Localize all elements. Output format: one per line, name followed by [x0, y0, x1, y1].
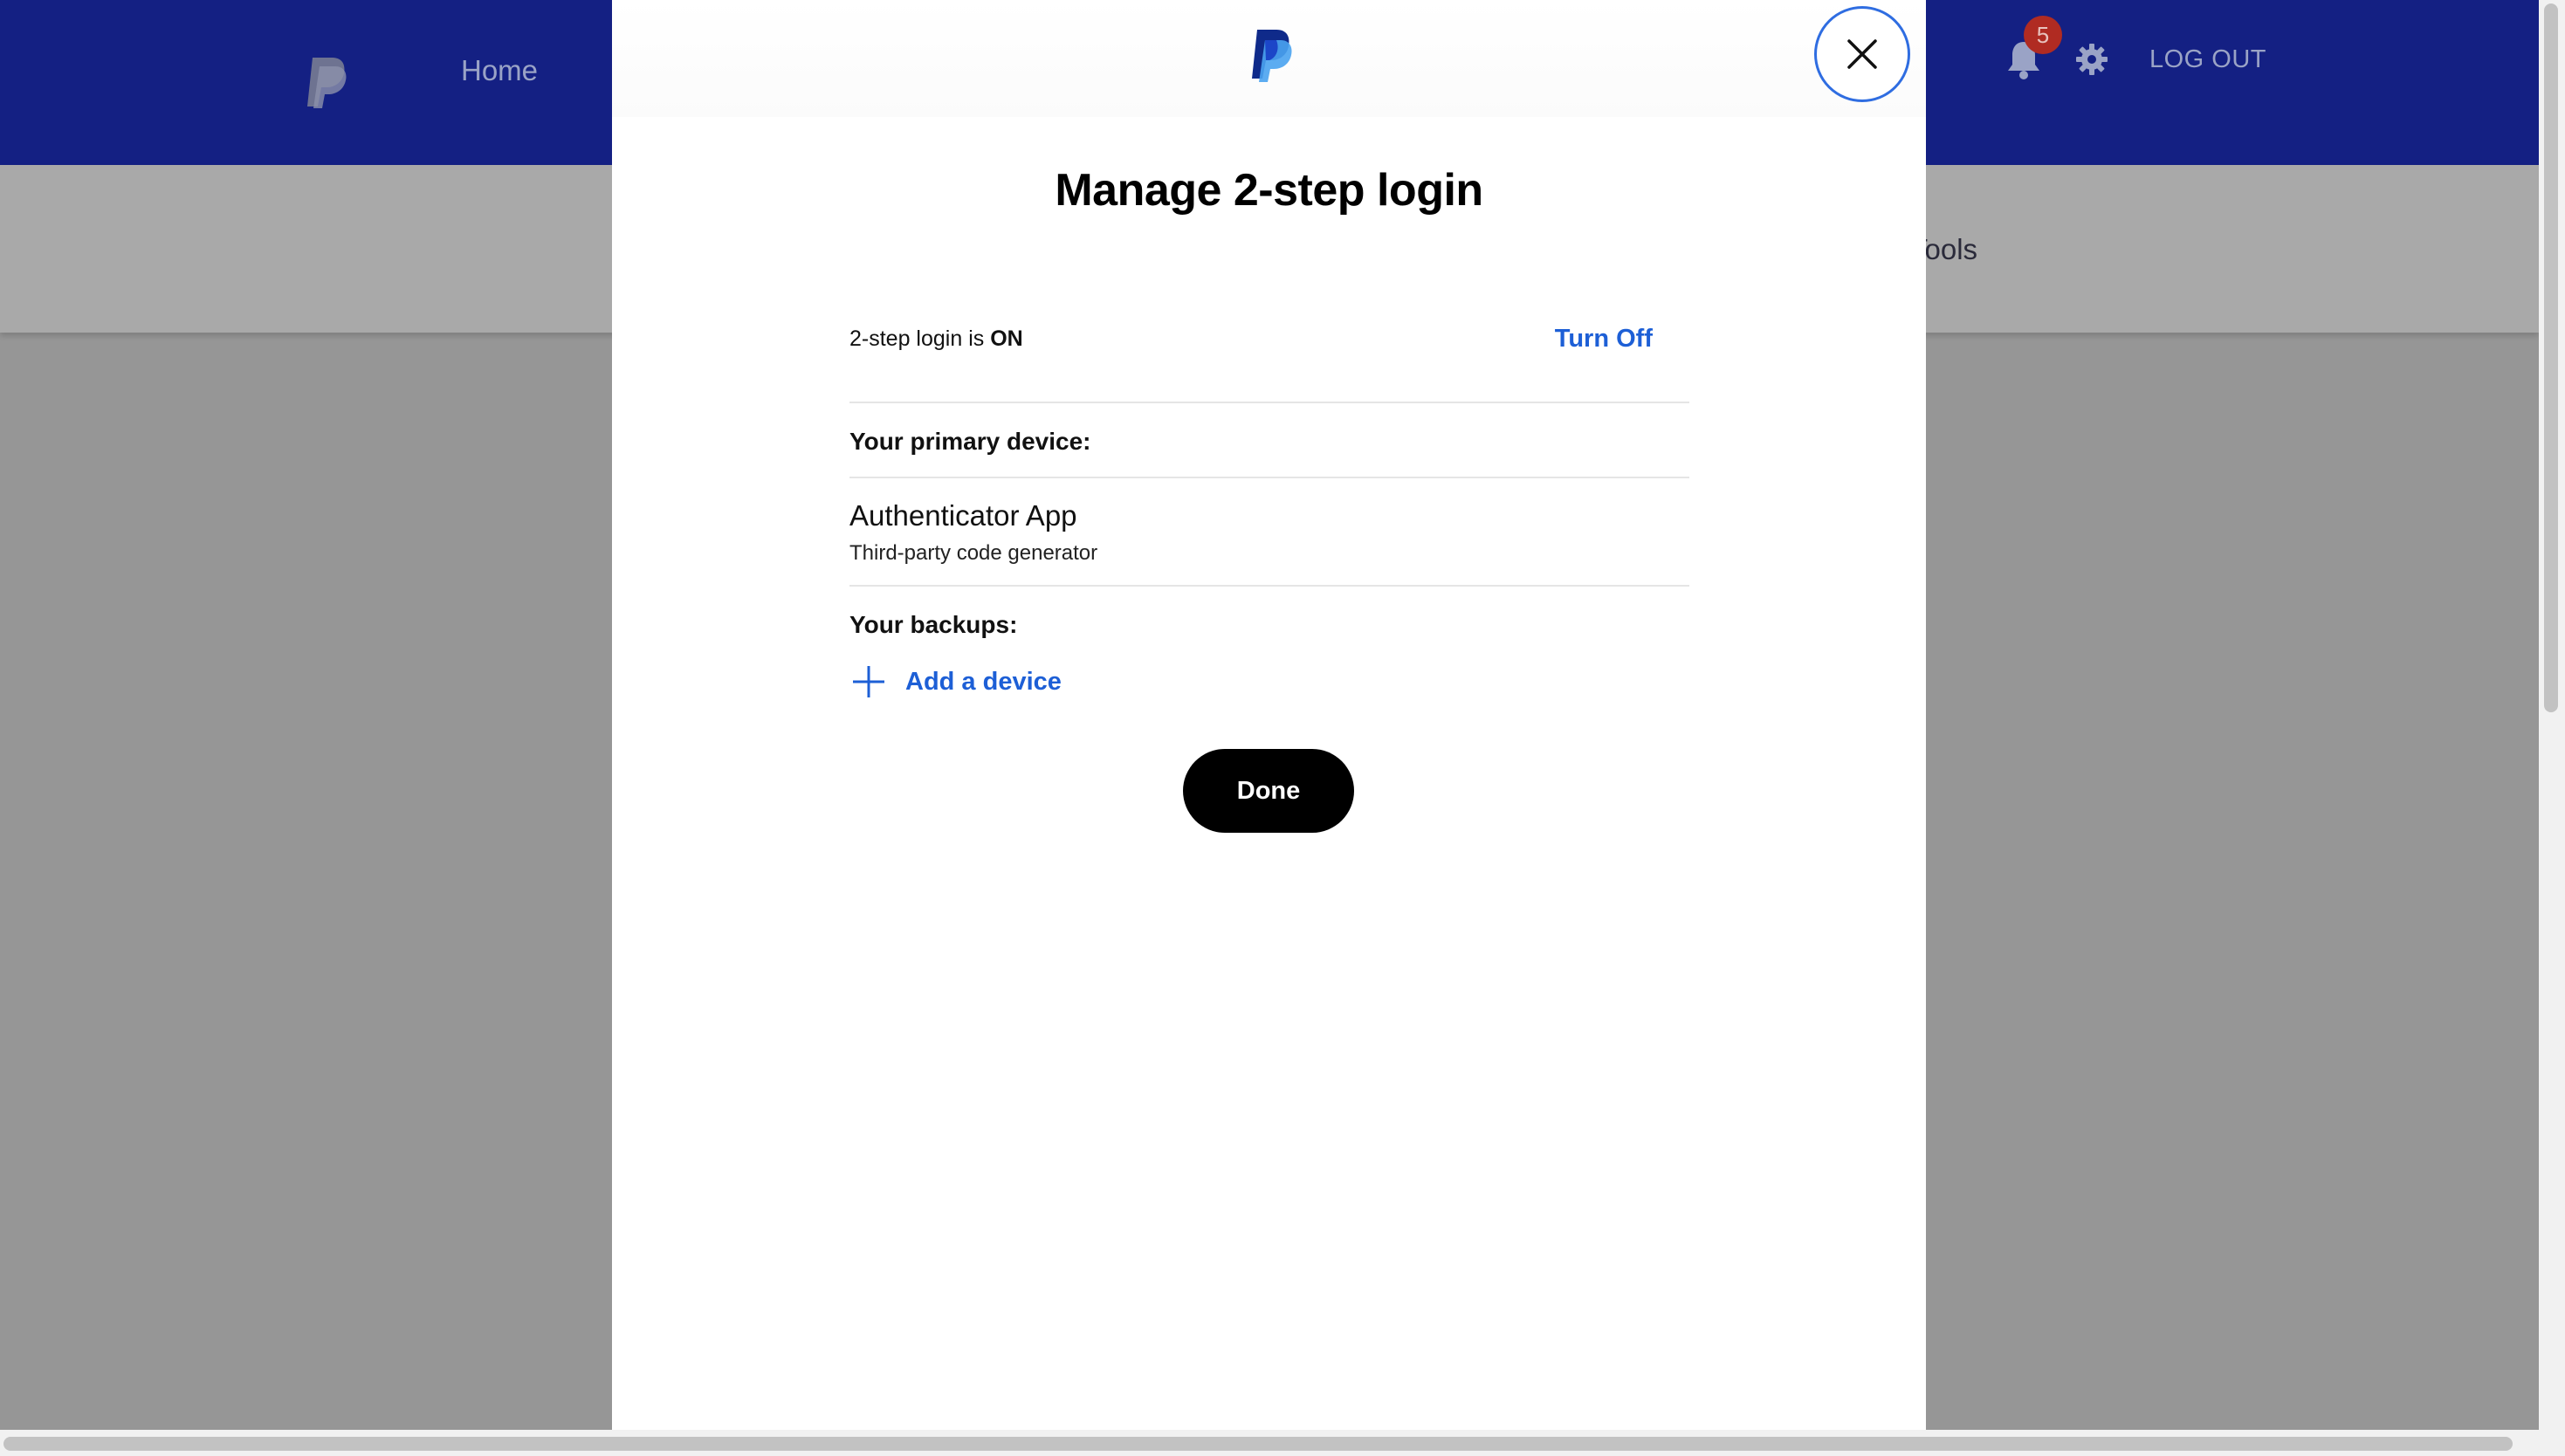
- add-device-label: Add a device: [905, 667, 1062, 696]
- logout-link[interactable]: LOG OUT: [2149, 45, 2266, 74]
- primary-device-item: Authenticator App Third-party code gener…: [849, 478, 1689, 587]
- two-step-status-text: 2-step login is ON: [849, 326, 1023, 352]
- add-device-button[interactable]: Add a device: [851, 662, 1062, 702]
- nav-home-link[interactable]: Home: [461, 54, 538, 87]
- backups-label: Your backups:: [849, 611, 1018, 638]
- close-modal-button[interactable]: [1814, 6, 1910, 102]
- two-step-status-row: 2-step login is ON Turn Off: [849, 279, 1689, 403]
- modal-title: Manage 2-step login: [1055, 165, 1483, 216]
- manage-2-step-login-modal: Manage 2-step login 2-step login is ON T…: [612, 0, 1926, 1430]
- device-name: Authenticator App: [849, 499, 1077, 532]
- backups-section: Your backups: Add a device: [849, 587, 1689, 718]
- modal-content: 2-step login is ON Turn Off Your primary…: [849, 279, 1689, 718]
- close-icon: [1847, 39, 1877, 69]
- turn-off-button[interactable]: Turn Off: [1555, 325, 1653, 354]
- paypal-logo-icon[interactable]: [304, 54, 349, 110]
- horizontal-scrollbar-thumb[interactable]: [3, 1437, 2513, 1451]
- settings-gear-icon[interactable]: [2074, 42, 2109, 77]
- notification-count-badge: 5: [2024, 16, 2062, 54]
- vertical-scrollbar-thumb[interactable]: [2544, 3, 2558, 712]
- paypal-logo-icon: [1252, 30, 1292, 82]
- done-button[interactable]: Done: [1183, 749, 1354, 833]
- horizontal-scrollbar[interactable]: [0, 1430, 2539, 1456]
- status-prefix: 2-step login is: [849, 326, 991, 351]
- vertical-scrollbar[interactable]: [2539, 0, 2565, 1456]
- device-description: Third-party code generator: [849, 541, 1098, 565]
- primary-device-label: Your primary device:: [849, 428, 1091, 455]
- plus-icon: [853, 666, 884, 697]
- primary-device-header: Your primary device:: [849, 403, 1689, 478]
- status-value: ON: [990, 326, 1023, 351]
